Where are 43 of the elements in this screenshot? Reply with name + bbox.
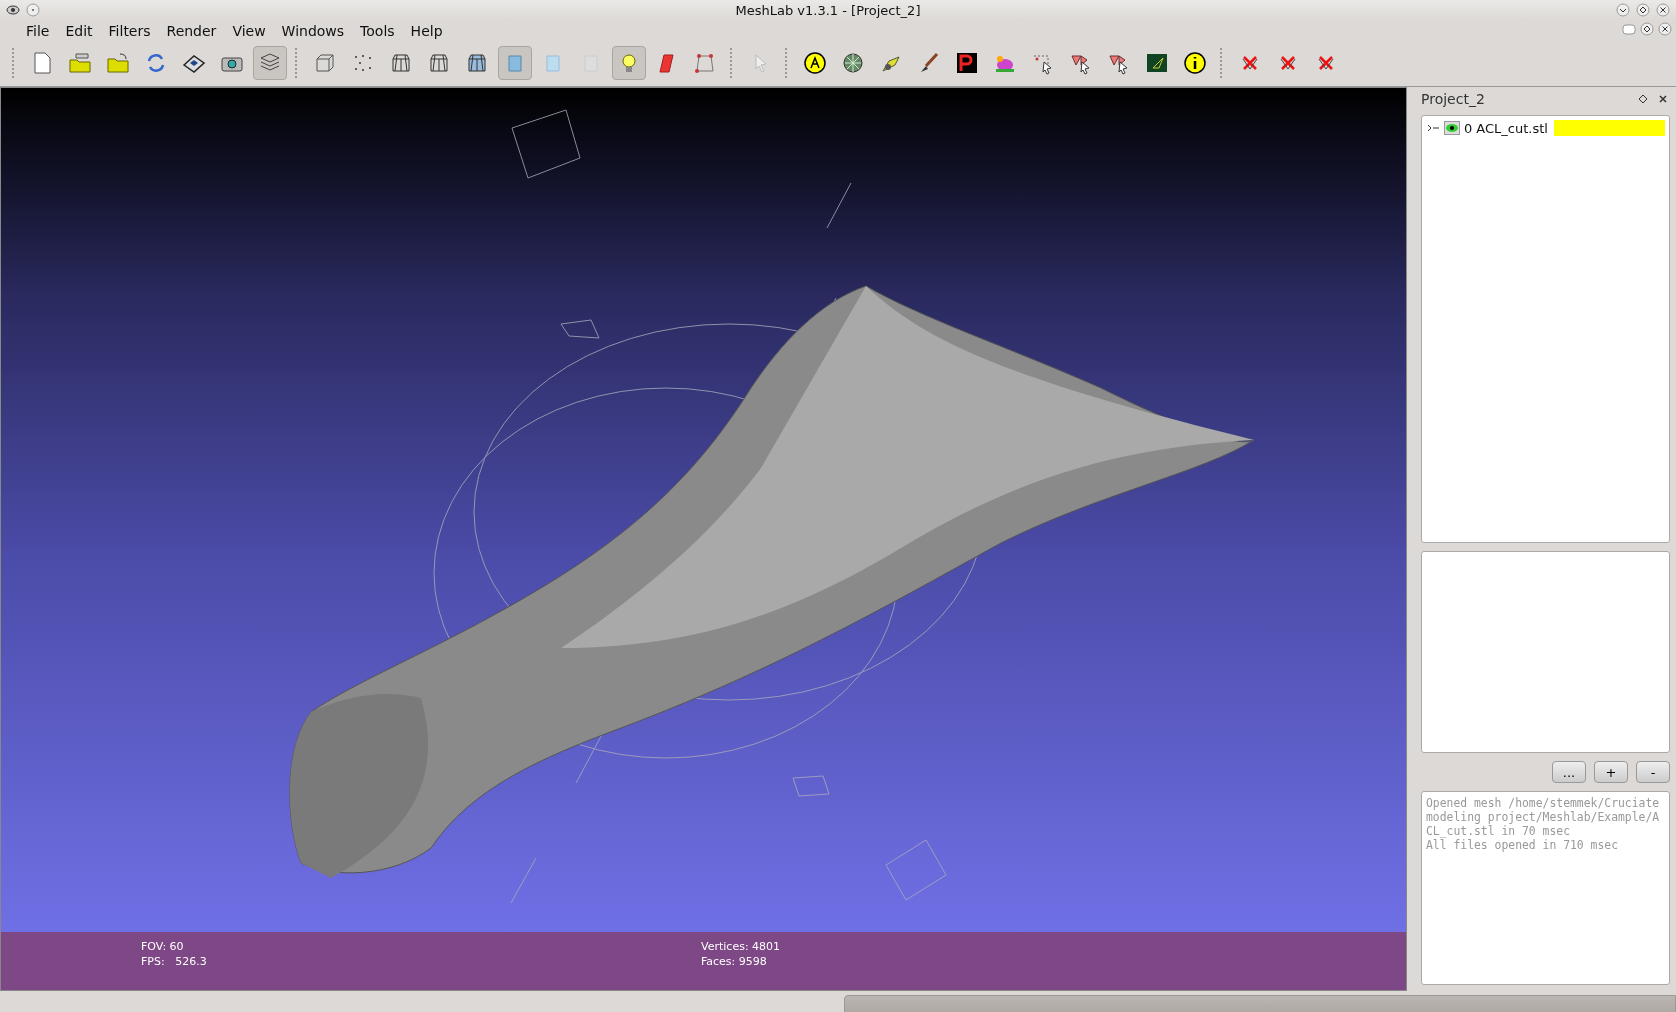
menu-item[interactable]: Render xyxy=(158,21,225,41)
layer-button[interactable]: + xyxy=(1594,761,1628,783)
restore-button[interactable] xyxy=(1640,22,1654,36)
3d-viewport[interactable] xyxy=(1,88,1406,932)
letter-a-icon xyxy=(803,51,827,75)
app-logo-icon xyxy=(6,3,20,17)
menu-item[interactable]: Windows xyxy=(273,21,353,41)
log-line: Opened mesh /home/stemmek/Cruciate modeling project/Meshlab/Example/ACL_cut.stl in 70 msec xyxy=(1426,796,1661,838)
layer-button[interactable]: - xyxy=(1636,761,1670,783)
info-icon xyxy=(1183,51,1207,75)
menu-item[interactable]: File xyxy=(18,21,58,41)
wireframe-icon xyxy=(389,51,413,75)
vertex-icon xyxy=(693,51,717,75)
layer-index: 0 xyxy=(1464,120,1473,136)
minimize-button[interactable] xyxy=(1616,3,1630,17)
letter-p-icon xyxy=(955,51,979,75)
float-button[interactable] xyxy=(1636,92,1650,106)
eye-icon[interactable] xyxy=(1444,121,1460,135)
window-title: MeshLab v1.3.1 - [Project_2] xyxy=(734,2,922,18)
close-button[interactable] xyxy=(1656,3,1670,17)
viewer-stat: FOV: 60 xyxy=(141,940,185,953)
menu-item[interactable]: Filters xyxy=(100,21,159,41)
open-folder-icon xyxy=(106,51,130,75)
menu-item[interactable]: Tools xyxy=(352,21,403,41)
close-button[interactable] xyxy=(1658,22,1672,36)
layer-button[interactable]: ... xyxy=(1552,761,1586,783)
wireframe-icon xyxy=(427,51,451,75)
viewer-stat: Vertices: 4801 xyxy=(701,940,781,953)
log-line: All files opened in 710 msec xyxy=(1426,838,1620,852)
wireframe-icon xyxy=(465,51,489,75)
layer-name[interactable]: ACL_cut.stl xyxy=(1476,120,1550,136)
viewer-stat: FPS: 526.3 xyxy=(141,955,208,968)
box-icon xyxy=(313,51,337,75)
menu-item[interactable]: View xyxy=(224,21,274,41)
folder-stack-icon xyxy=(68,51,92,75)
menu-item[interactable]: Edit xyxy=(57,21,101,41)
viewer-stat: Faces: 9598 xyxy=(701,955,768,968)
expand-icon[interactable] xyxy=(1426,122,1440,134)
menu-item[interactable]: Help xyxy=(402,21,451,41)
maximize-button[interactable] xyxy=(1636,3,1650,17)
mesh-ball-icon xyxy=(841,51,865,75)
raster-icon xyxy=(1145,51,1169,75)
panel-title: Project_2 xyxy=(1421,91,1486,107)
